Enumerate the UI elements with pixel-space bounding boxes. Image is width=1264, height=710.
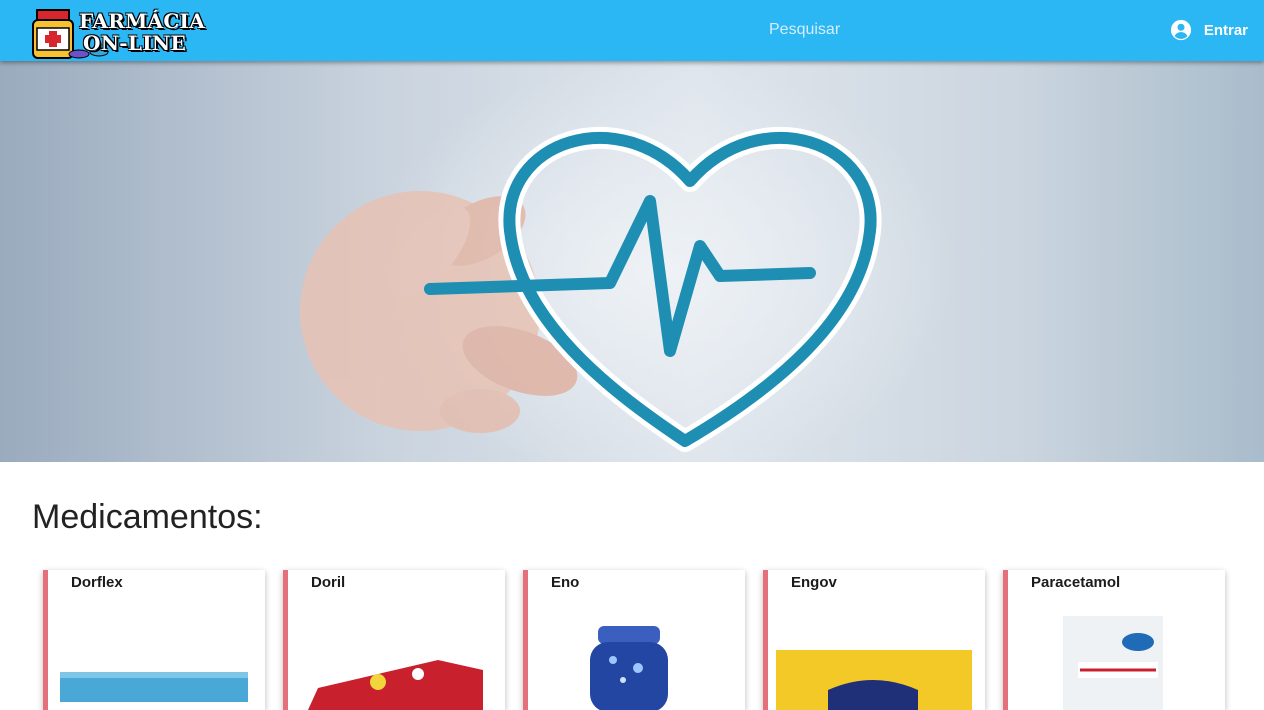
pharmacy-logo[interactable]: FARMÁCIA ON-LINE <box>31 8 205 60</box>
hero-illustration <box>300 126 882 452</box>
section-title: Medicamentos: <box>32 498 263 536</box>
paracetamol-product-image <box>1063 616 1163 710</box>
product-card-eno[interactable]: Eno <box>523 570 745 710</box>
doril-product-image <box>308 660 483 710</box>
login-button[interactable]: Entrar <box>1170 16 1248 44</box>
logo-text: FARMÁCIA ON-LINE <box>79 10 205 54</box>
product-card-paracetamol[interactable]: Paracetamol <box>1003 570 1225 710</box>
hero-banner <box>0 61 1264 462</box>
dorflex-product-image <box>60 672 248 702</box>
product-card-doril[interactable]: Doril <box>283 570 505 710</box>
account-circle-icon <box>1170 19 1191 41</box>
logo-line-1: FARMÁCIA <box>79 9 206 33</box>
product-card-engov[interactable]: Engov <box>763 570 985 710</box>
top-navbar: FARMÁCIA ON-LINE Pesquisar Entrar <box>0 0 1264 61</box>
product-card-dorflex[interactable]: Dorflex <box>43 570 265 710</box>
engov-product-image <box>776 650 972 710</box>
login-label: Entrar <box>1203 21 1248 39</box>
eno-product-image <box>590 626 668 710</box>
search-input[interactable]: Pesquisar <box>769 21 840 39</box>
logo-line-2: ON-LINE <box>83 31 187 55</box>
